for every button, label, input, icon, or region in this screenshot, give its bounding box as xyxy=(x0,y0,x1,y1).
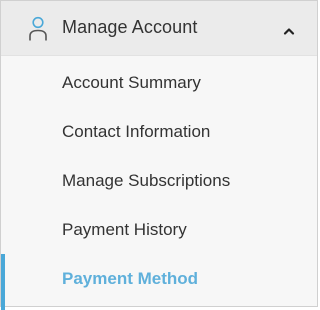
manage-account-header[interactable]: Manage Account xyxy=(1,1,317,56)
menu-item-payment-history[interactable]: Payment History xyxy=(1,205,317,254)
chevron-up-icon[interactable] xyxy=(283,23,295,35)
menu-item-label: Payment Method xyxy=(62,268,199,288)
menu-item-label: Payment History xyxy=(62,219,187,239)
account-menu: Manage Account Account Summary Contact I… xyxy=(0,0,318,310)
user-icon xyxy=(28,16,48,42)
menu-item-label: Account Summary xyxy=(62,72,201,92)
menu-item-label: Manage Subscriptions xyxy=(62,170,231,190)
submenu-list: Account Summary Contact Information Mana… xyxy=(1,56,317,310)
menu-item-payment-method[interactable]: Payment Method xyxy=(1,254,317,310)
manage-account-title: Manage Account xyxy=(62,17,198,37)
menu-item-manage-subscriptions[interactable]: Manage Subscriptions xyxy=(1,156,317,205)
menu-item-contact-information[interactable]: Contact Information xyxy=(1,107,317,156)
active-indicator xyxy=(1,254,5,310)
menu-item-account-summary[interactable]: Account Summary xyxy=(1,58,317,107)
menu-item-label: Contact Information xyxy=(62,121,211,141)
